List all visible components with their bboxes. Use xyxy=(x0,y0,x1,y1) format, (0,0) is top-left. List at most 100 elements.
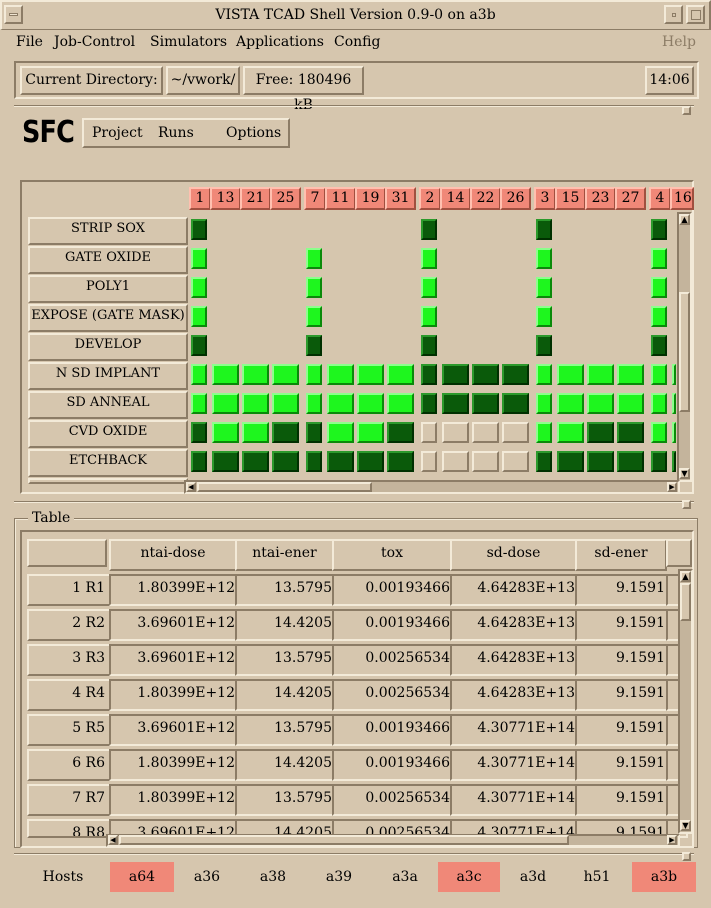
table-cell[interactable]: 4.64283E+13 xyxy=(450,679,583,711)
step-cell-complete-dark[interactable] xyxy=(502,393,529,414)
step-cell-complete-dark[interactable] xyxy=(306,451,322,472)
table-cell[interactable]: 13.5795 xyxy=(235,644,340,676)
step-cell-complete-light[interactable] xyxy=(306,393,322,414)
table-cell[interactable]: 13.5795 xyxy=(235,574,340,606)
step-cell-complete-dark[interactable] xyxy=(306,335,322,356)
row-header[interactable]: 2 R2 xyxy=(27,609,117,641)
table-vscroll-up[interactable]: ▲ xyxy=(680,571,691,582)
menu-file[interactable]: File xyxy=(16,31,43,53)
step-cell-complete-dark[interactable] xyxy=(421,335,437,356)
run-number-header[interactable]: 19 xyxy=(355,187,386,210)
step-cell-complete-dark[interactable] xyxy=(272,451,299,472)
menu-applications[interactable]: Applications xyxy=(236,31,324,53)
host-h51[interactable]: h51 xyxy=(566,862,628,892)
step-cell-complete-dark[interactable] xyxy=(502,364,529,385)
run-number-header[interactable]: 23 xyxy=(585,187,616,210)
step-cell-complete-dark[interactable] xyxy=(472,364,499,385)
step-cell-complete-dark[interactable] xyxy=(327,451,354,472)
table-cell[interactable]: 0.00193466 xyxy=(332,749,458,781)
step-cell-complete-light[interactable] xyxy=(306,248,322,269)
sfc-menu-project[interactable]: Project xyxy=(92,125,143,141)
step-cell-complete-light[interactable] xyxy=(651,248,667,269)
step-cell-complete-light[interactable] xyxy=(357,422,384,443)
step-cell-complete-dark[interactable] xyxy=(191,422,207,443)
flow-vscroll-down[interactable]: ▼ xyxy=(679,468,690,479)
step-cell-complete-dark[interactable] xyxy=(306,422,322,443)
step-cell-complete-light[interactable] xyxy=(272,364,299,385)
menu-simulators[interactable]: Simulators xyxy=(150,31,227,53)
step-cell-complete-dark[interactable] xyxy=(387,422,414,443)
pane-sash-bottom[interactable] xyxy=(682,852,691,861)
table-cell[interactable]: 9.1591 xyxy=(575,714,673,746)
step-cell-complete-light[interactable] xyxy=(357,393,384,414)
step-cell-complete-light[interactable] xyxy=(191,306,207,327)
row-header[interactable]: 8 R8 xyxy=(27,819,117,838)
table-cell[interactable]: 9.1591 xyxy=(575,644,673,676)
table-cell[interactable]: 4.64283E+13 xyxy=(450,644,583,676)
step-cell-complete-dark[interactable] xyxy=(357,451,384,472)
run-number-header[interactable]: 2 xyxy=(419,187,441,210)
step-cell-complete-dark[interactable] xyxy=(191,451,207,472)
step-cell-complete-light[interactable] xyxy=(327,364,354,385)
step-cell-complete-light[interactable] xyxy=(306,364,322,385)
sfc-menu-runs[interactable]: Runs xyxy=(158,125,194,141)
run-number-header[interactable]: 27 xyxy=(615,187,646,210)
table-cell[interactable]: 0.00256534 xyxy=(332,679,458,711)
table-cell[interactable]: 0.00193466 xyxy=(332,609,458,641)
table-hscroll-thumb[interactable] xyxy=(119,835,569,845)
step-cell-complete-light[interactable] xyxy=(536,306,552,327)
host-a3c[interactable]: a3c xyxy=(438,862,500,892)
step-cell-empty[interactable] xyxy=(502,422,529,443)
table-cell[interactable]: 0.00256534 xyxy=(332,784,458,816)
table-cell[interactable]: 3.69601E+12 xyxy=(109,714,243,746)
step-cell-complete-light[interactable] xyxy=(536,364,552,385)
host-a39[interactable]: a39 xyxy=(308,862,370,892)
step-cell-complete-light[interactable] xyxy=(421,306,437,327)
table-hscroll-left[interactable]: ◀ xyxy=(108,835,118,845)
step-button[interactable]: POLY1 xyxy=(28,275,188,303)
step-cell-complete-light[interactable] xyxy=(327,422,354,443)
table-cell[interactable]: 9.1591 xyxy=(575,749,673,781)
step-cell-complete-light[interactable] xyxy=(191,248,207,269)
table-cell[interactable]: 3.69601E+12 xyxy=(109,609,243,641)
table-vscroll-down[interactable]: ▼ xyxy=(680,820,691,831)
step-cell-complete-dark[interactable] xyxy=(191,335,207,356)
run-number-header[interactable]: 31 xyxy=(385,187,416,210)
column-header[interactable]: sd-ener xyxy=(575,539,667,571)
step-cell-complete-dark[interactable] xyxy=(651,451,667,472)
row-header[interactable]: 6 R6 xyxy=(27,749,117,781)
step-cell-complete-light[interactable] xyxy=(557,422,584,443)
step-cell-empty[interactable] xyxy=(502,451,529,472)
host-a64[interactable]: a64 xyxy=(110,862,174,892)
step-cell-empty[interactable] xyxy=(442,451,469,472)
flow-vscroll-thumb[interactable] xyxy=(679,292,690,412)
step-button[interactable]: GATE OXIDE xyxy=(28,246,188,274)
host-a3d[interactable]: a3d xyxy=(502,862,564,892)
run-number-header[interactable]: 15 xyxy=(555,187,586,210)
step-cell-complete-light[interactable] xyxy=(672,393,676,414)
step-cell-complete-light[interactable] xyxy=(536,277,552,298)
run-number-header[interactable]: 25 xyxy=(270,187,301,210)
step-cell-complete-light[interactable] xyxy=(651,393,667,414)
step-cell-complete-light[interactable] xyxy=(651,364,667,385)
step-cell-complete-light[interactable] xyxy=(651,277,667,298)
table-cell[interactable]: 1.80399E+12 xyxy=(109,784,243,816)
pane-sash-middle[interactable] xyxy=(682,500,691,509)
step-cell-complete-dark[interactable] xyxy=(587,451,614,472)
step-cell-complete-light[interactable] xyxy=(387,364,414,385)
table-cell[interactable]: 9.1591 xyxy=(575,574,673,606)
step-cell-complete-light[interactable] xyxy=(212,422,239,443)
menu-config[interactable]: Config xyxy=(334,31,380,53)
column-header[interactable]: sd-dose xyxy=(450,539,577,571)
table-cell[interactable]: 14.4205 xyxy=(235,679,340,711)
step-cell-complete-light[interactable] xyxy=(587,393,614,414)
run-number-header[interactable]: 21 xyxy=(240,187,271,210)
table-cell[interactable]: 1.80399E+12 xyxy=(109,679,243,711)
step-cell-complete-dark[interactable] xyxy=(442,364,469,385)
sfc-menu-options[interactable]: Options xyxy=(226,125,281,141)
step-cell-complete-light[interactable] xyxy=(242,422,269,443)
host-a38[interactable]: a38 xyxy=(242,862,304,892)
table-vscroll-thumb[interactable] xyxy=(680,583,691,621)
host-a36[interactable]: a36 xyxy=(176,862,238,892)
maximize-button[interactable] xyxy=(686,5,705,24)
